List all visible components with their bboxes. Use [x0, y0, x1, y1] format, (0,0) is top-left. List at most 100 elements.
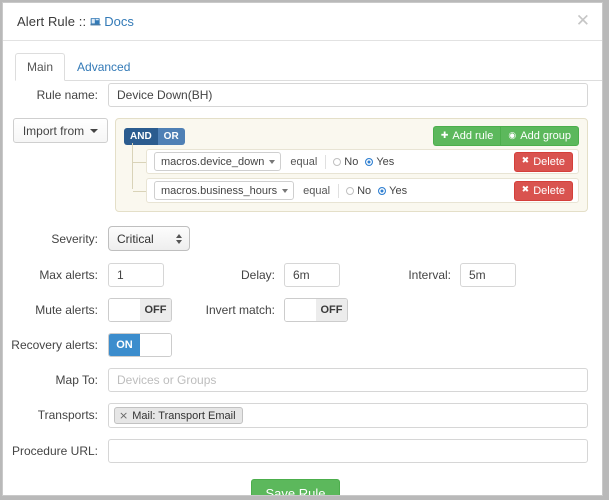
add-rule-label: Add rule [452, 130, 493, 142]
interval-input[interactable] [460, 263, 516, 287]
map-to-control [108, 368, 588, 392]
docs-link-label: Docs [104, 14, 134, 29]
remove-tag-icon[interactable]: × [119, 409, 128, 422]
rule-name-row: Rule name: [3, 83, 588, 107]
radio-option-yes-label: Yes [389, 185, 407, 197]
radio-option-no-label: No [344, 156, 358, 168]
chevron-down-icon [269, 160, 275, 164]
import-from-label: Import from [23, 124, 84, 138]
alert-timing-row: Max alerts: Delay: Interval: [3, 263, 588, 287]
delay-input[interactable] [284, 263, 340, 287]
tabs-bar: Main Advanced [3, 41, 602, 71]
chevron-down-icon [90, 129, 98, 133]
interval-label: Interval: [340, 268, 460, 282]
transports-row: Transports: × Mail: Transport Email [3, 403, 588, 428]
radio-icon[interactable] [378, 187, 386, 195]
mute-alerts-toggle[interactable]: OFF [108, 298, 172, 322]
plus-icon: ✚ [441, 132, 449, 141]
toggle-right [140, 334, 171, 356]
max-alerts-input[interactable] [108, 263, 164, 287]
book-icon [90, 16, 101, 27]
tab-advanced[interactable]: Advanced [65, 53, 142, 81]
tab-list: Main Advanced [15, 51, 602, 81]
recovery-alerts-toggle[interactable]: ON [108, 333, 172, 357]
recovery-alerts-label: Recovery alerts: [3, 333, 108, 357]
delete-rule-label: Delete [533, 156, 565, 168]
invert-match-label: Invert match: [172, 303, 284, 317]
save-rule-button[interactable]: Save Rule [251, 479, 341, 495]
procedure-url-control [108, 439, 588, 463]
rule-field-value: macros.business_hours [161, 185, 277, 197]
rule-name-label: Rule name: [3, 83, 108, 107]
alert-rule-modal: Alert Rule :: Docs ✕ Main Advanced [2, 2, 603, 496]
transport-tag: × Mail: Transport Email [114, 407, 243, 424]
transports-tag-input[interactable]: × Mail: Transport Email [108, 403, 588, 428]
condition-and-button[interactable]: AND [124, 128, 158, 145]
mute-alerts-state: OFF [140, 299, 171, 321]
delete-rule-button[interactable]: ✖ Delete [514, 181, 573, 201]
rule-value-radio-set: No Yes [346, 185, 407, 197]
severity-control: Critical [108, 226, 588, 251]
stepper-icon [176, 234, 182, 244]
chevron-down-icon [282, 189, 288, 193]
recovery-alerts-row: Recovery alerts: ON [3, 333, 588, 357]
procedure-url-row: Procedure URL: [3, 439, 588, 463]
close-icon[interactable]: ✕ [576, 13, 590, 30]
query-rule-row: macros.device_down equal No [146, 149, 579, 174]
rule-field-select[interactable]: macros.business_hours [154, 181, 294, 200]
rule-operator-label: equal [290, 156, 317, 168]
severity-label: Severity: [3, 226, 108, 252]
radio-option-no[interactable]: No [346, 185, 371, 197]
severity-value: Critical [117, 232, 154, 246]
recovery-alerts-control: ON [108, 333, 588, 357]
map-to-row: Map To: [3, 368, 588, 392]
radio-icon[interactable] [365, 158, 373, 166]
query-rule-row: macros.business_hours equal No [146, 178, 579, 203]
severity-select[interactable]: Critical [108, 226, 190, 251]
page-title-text: Alert Rule :: [17, 14, 86, 29]
delay-label: Delay: [164, 268, 284, 282]
delete-rule-button[interactable]: ✖ Delete [514, 152, 573, 172]
procedure-url-input[interactable] [108, 439, 588, 463]
modal-header: Alert Rule :: Docs ✕ [3, 3, 602, 41]
recovery-alerts-state: ON [109, 334, 140, 356]
map-to-input[interactable] [108, 368, 588, 392]
add-group-label: Add group [520, 130, 571, 142]
tab-main[interactable]: Main [15, 53, 65, 81]
rule-name-control [108, 83, 588, 107]
import-from-button[interactable]: Import from [13, 118, 108, 143]
transport-tag-label: Mail: Transport Email [132, 410, 235, 422]
severity-row: Severity: Critical [3, 226, 588, 252]
rule-name-input[interactable] [108, 83, 588, 107]
transports-control: × Mail: Transport Email [108, 403, 588, 428]
radio-option-yes[interactable]: Yes [365, 156, 394, 168]
divider [325, 155, 326, 169]
query-builder-row: Import from AND OR ✚ Add rule [3, 118, 588, 212]
modal-body: Rule name: Import from AND OR [3, 71, 602, 495]
x-icon: ✖ [522, 157, 530, 166]
map-to-label: Map To: [3, 368, 108, 392]
max-alerts-label: Max alerts: [3, 263, 108, 287]
query-builder-actions: ✚ Add rule ◉ Add group [433, 126, 579, 146]
invert-match-toggle[interactable]: OFF [284, 298, 348, 322]
invert-match-state: OFF [316, 299, 347, 321]
query-builder-header: AND OR ✚ Add rule ◉ Add group [124, 126, 579, 146]
page-title: Alert Rule :: Docs [17, 14, 134, 29]
circle-plus-icon: ◉ [508, 132, 516, 141]
radio-icon[interactable] [346, 187, 354, 195]
delete-rule-label: Delete [533, 185, 565, 197]
add-rule-button[interactable]: ✚ Add rule [433, 126, 501, 146]
rule-field-select[interactable]: macros.device_down [154, 152, 281, 171]
toggle-left [285, 299, 316, 321]
mute-invert-control: OFF Invert match: OFF [108, 298, 588, 322]
rule-value-radio-set: No Yes [333, 156, 394, 168]
condition-toggle: AND OR [124, 128, 185, 145]
add-group-button[interactable]: ◉ Add group [500, 126, 579, 146]
mute-invert-row: Mute alerts: OFF Invert match: OFF [3, 298, 588, 322]
docs-link[interactable]: Docs [90, 14, 134, 29]
radio-option-yes[interactable]: Yes [378, 185, 407, 197]
condition-or-button[interactable]: OR [158, 128, 185, 145]
radio-icon[interactable] [333, 158, 341, 166]
radio-option-no[interactable]: No [333, 156, 358, 168]
save-row: Save Rule [3, 479, 588, 495]
